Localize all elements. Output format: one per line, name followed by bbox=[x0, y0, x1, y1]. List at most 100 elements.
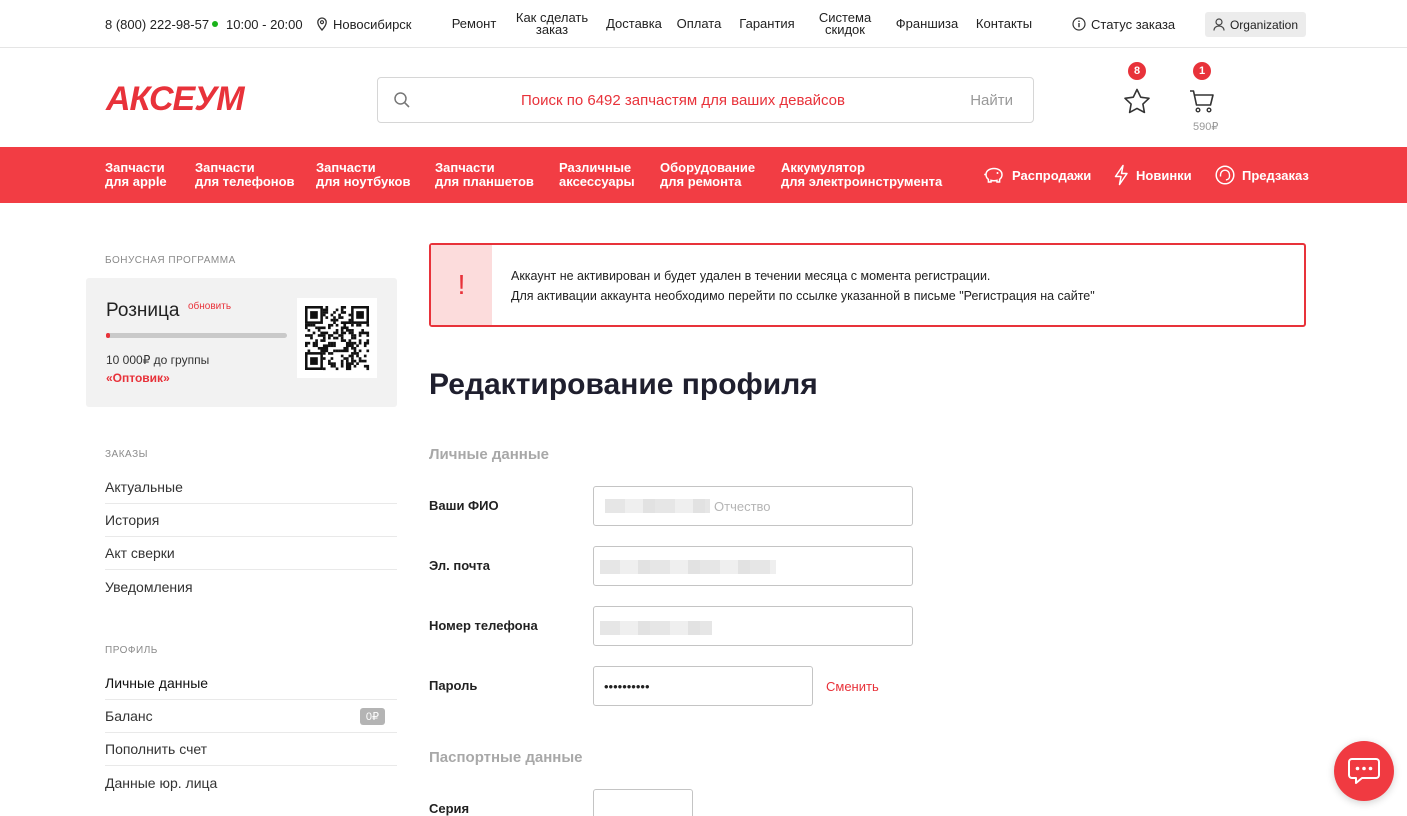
account-button[interactable]: Organization bbox=[1205, 12, 1306, 37]
personal-data-title: Личные данные bbox=[429, 446, 549, 463]
passport-data-title: Паспортные данные bbox=[429, 749, 583, 766]
catalog-item-line1: Аккумулятор bbox=[781, 160, 865, 175]
catalog-item-line1: Запчасти bbox=[316, 160, 376, 175]
favorites-count-badge: 8 bbox=[1128, 62, 1146, 80]
catalog-phone-parts[interactable]: Запчасти для телефонов bbox=[195, 161, 295, 189]
cart-total: 590₽ bbox=[1193, 121, 1219, 133]
catalog-item-line2: для apple bbox=[105, 174, 167, 189]
chat-button[interactable] bbox=[1334, 741, 1394, 801]
phone-label: Номер телефона bbox=[429, 618, 538, 633]
sidebar-item-label: Баланс bbox=[105, 708, 153, 724]
catalog-accessories[interactable]: Различные аксессуары bbox=[559, 161, 635, 189]
sidebar-item-legal-entity[interactable]: Данные юр. лица bbox=[105, 766, 397, 799]
orders-section-title: ЗАКАЗЫ bbox=[105, 449, 148, 460]
preorder-link[interactable]: Предзаказ bbox=[1214, 147, 1309, 203]
top-nav-payment[interactable]: Оплата bbox=[676, 0, 722, 48]
catalog-tool-batteries[interactable]: Аккумулятор для электроинструмента bbox=[781, 161, 942, 189]
chat-bubble-icon bbox=[1348, 758, 1380, 784]
search-button[interactable]: Найти bbox=[970, 92, 1013, 109]
phone-number[interactable]: 8 (800) 222-98-57 bbox=[105, 0, 209, 48]
password-input[interactable] bbox=[593, 666, 813, 706]
search-placeholder[interactable]: Поиск по 6492 запчастям для ваших девайс… bbox=[378, 92, 988, 109]
redacted-email bbox=[600, 560, 776, 574]
online-status-icon bbox=[212, 21, 218, 27]
catalog-item-line2: для электроинструмента bbox=[781, 174, 943, 189]
bonus-refresh-link[interactable]: обновить bbox=[188, 301, 231, 312]
top-nav-how-to-order[interactable]: Как сделать заказ bbox=[514, 0, 590, 48]
catalog-item-line1: Оборудование bbox=[660, 160, 756, 175]
catalog-item-line2: для планшетов bbox=[435, 174, 534, 189]
page-title: Редактирование профиля bbox=[429, 368, 818, 401]
catalog-tablet-parts[interactable]: Запчасти для планшетов bbox=[435, 161, 534, 189]
password-label: Пароль bbox=[429, 678, 478, 693]
top-nav-delivery[interactable]: Доставка bbox=[606, 0, 662, 48]
new-arrivals-link[interactable]: Новинки bbox=[1112, 147, 1192, 203]
email-label: Эл. почта bbox=[429, 558, 491, 573]
cart-button[interactable]: 1 bbox=[1186, 62, 1218, 114]
location-pin-icon bbox=[317, 17, 327, 31]
sidebar-item-current-orders[interactable]: Актуальные bbox=[105, 471, 397, 504]
redacted-phone bbox=[600, 621, 712, 635]
alert-line-1: Аккаунт не активирован и будет удален в … bbox=[511, 269, 991, 283]
bonus-progress-bar bbox=[106, 333, 287, 338]
top-bar: 8 (800) 222-98-57 10:00 - 20:00 Новосиби… bbox=[0, 0, 1407, 48]
alert-exclamation-icon: ! bbox=[431, 245, 492, 325]
bonus-card: Розница обновить 10 000₽ до группы «Опто… bbox=[86, 278, 397, 407]
activation-alert: ! Аккаунт не активирован и будет удален … bbox=[429, 243, 1306, 327]
order-status-label: Статус заказа bbox=[1091, 16, 1176, 32]
top-nav-discounts[interactable]: Система скидок bbox=[815, 0, 875, 48]
user-icon bbox=[1213, 18, 1225, 31]
piggy-bank-icon bbox=[984, 167, 1003, 183]
passport-series-input[interactable] bbox=[593, 789, 693, 816]
alert-line-2: Для активации аккаунта необходимо перейт… bbox=[511, 289, 1095, 303]
cart-icon bbox=[1190, 90, 1214, 113]
catalog-item-line1: Различные bbox=[559, 160, 632, 175]
profile-section-title: ПРОФИЛЬ bbox=[105, 645, 158, 656]
fio-label: Ваши ФИО bbox=[429, 498, 499, 513]
catalog-repair-equipment[interactable]: Оборудование для ремонта bbox=[660, 161, 755, 189]
favorites-button[interactable]: 8 bbox=[1121, 62, 1153, 114]
bonus-next-group: «Оптовик» bbox=[106, 371, 170, 385]
logo[interactable]: АКСЕУМ bbox=[106, 82, 245, 116]
new-arrivals-label: Новинки bbox=[1136, 167, 1192, 183]
top-nav-contacts[interactable]: Контакты bbox=[975, 0, 1033, 48]
top-nav-franchise[interactable]: Франшиза bbox=[895, 0, 959, 48]
catalog-apple-parts[interactable]: Запчасти для apple bbox=[105, 161, 167, 189]
info-icon bbox=[1072, 17, 1086, 31]
catalog-item-line2: для телефонов bbox=[195, 174, 295, 189]
catalog-item-line2: для ремонта bbox=[660, 174, 742, 189]
top-nav-repair[interactable]: Ремонт bbox=[452, 0, 497, 48]
bonus-to-next: 10 000₽ до группы bbox=[106, 353, 210, 367]
sales-link[interactable]: Распродажи bbox=[982, 147, 1091, 203]
sidebar-item-personal-data[interactable]: Личные данные bbox=[105, 667, 397, 700]
qr-code[interactable] bbox=[297, 298, 377, 378]
lightning-icon bbox=[1114, 164, 1128, 186]
working-hours-text: 10:00 - 20:00 bbox=[226, 16, 303, 32]
series-label: Серия bbox=[429, 801, 470, 816]
catalog-item-line1: Запчасти bbox=[105, 160, 165, 175]
sidebar-item-top-up[interactable]: Пополнить счет bbox=[105, 733, 397, 766]
search-box[interactable]: Поиск по 6492 запчастям для ваших девайс… bbox=[377, 77, 1034, 123]
balance-badge: 0₽ bbox=[359, 708, 385, 725]
catalog-item-line1: Запчасти bbox=[195, 160, 255, 175]
bonus-section-title: БОНУСНАЯ ПРОГРАММА bbox=[105, 255, 236, 266]
sidebar-item-notifications[interactable]: Уведомления bbox=[105, 570, 397, 603]
catalog-laptop-parts[interactable]: Запчасти для ноутбуков bbox=[316, 161, 410, 189]
catalog-item-line2: аксессуары bbox=[559, 174, 635, 189]
order-status-link[interactable]: Статус заказа bbox=[1072, 0, 1175, 48]
star-icon bbox=[1124, 88, 1150, 114]
top-nav-warranty[interactable]: Гарантия bbox=[738, 0, 796, 48]
working-hours: 10:00 - 20:00 bbox=[212, 0, 303, 48]
preorder-label: Предзаказ bbox=[1242, 167, 1309, 183]
bonus-progress-fill bbox=[106, 333, 110, 338]
sidebar-item-balance[interactable]: Баланс 0₽ bbox=[105, 700, 397, 733]
sidebar-item-order-history[interactable]: История bbox=[105, 504, 397, 537]
account-name: Organization bbox=[1229, 17, 1299, 32]
redacted-name bbox=[605, 499, 710, 513]
sidebar-item-reconciliation[interactable]: Акт сверки bbox=[105, 537, 397, 570]
change-password-link[interactable]: Сменить bbox=[826, 679, 879, 694]
city-selector[interactable]: Новосибирск bbox=[316, 0, 412, 48]
catalog-item-line2: для ноутбуков bbox=[316, 174, 411, 189]
sales-label: Распродажи bbox=[1012, 167, 1092, 183]
catalog-nav: Запчасти для apple Запчасти для телефонов … bbox=[0, 147, 1407, 203]
